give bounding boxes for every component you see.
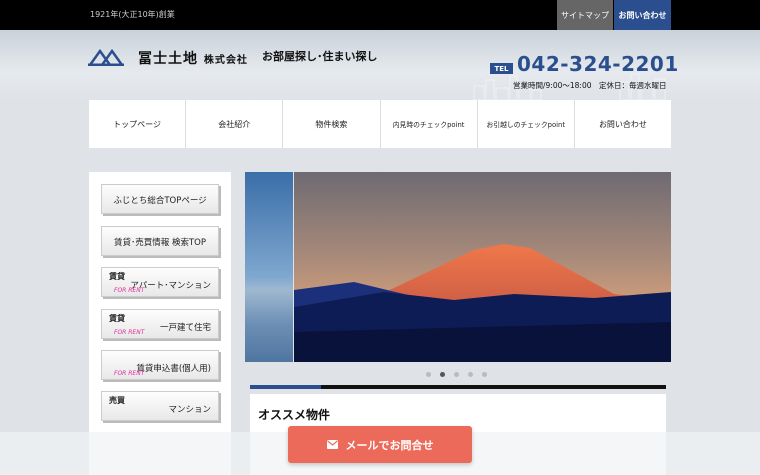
slider-dot-1[interactable] [426,372,431,377]
mount-fuji-image [294,172,671,362]
top-bar: 1921年(大正10年)創業 サイトマップ お問い合わせ [0,0,760,30]
slider-dot-4[interactable] [468,372,473,377]
tel-number[interactable]: 042-324-2201 [517,52,679,76]
company-name[interactable]: 冨士土地 株式会社 [138,48,248,68]
mail-contact-label: メールでお問合せ [345,438,434,452]
sidebar-apartment-tag: 賃貸 [109,272,125,281]
nav-top-page[interactable]: トップページ [89,100,187,148]
sidebar-house-label: 一戸建て住宅 [159,323,211,333]
main-nav: トップページ 会社紹介 物件検索 内見時のチェックpoint お引越しのチェック… [89,100,671,148]
tagline: お部屋探し･住まい探し [262,50,378,63]
slider-dot-2[interactable] [440,372,445,377]
sidebar-sale-tag: 売買 [109,396,125,405]
business-hours: 営業時間/9:00～18:00 定休日：毎週水曜日 [513,81,667,90]
contact-top-button[interactable]: お問い合わせ [614,0,671,30]
mail-icon [326,440,338,449]
nav-property-search[interactable]: 物件検索 [283,100,381,148]
sidebar-search-top-label: 賃貸･売買情報 検索TOP [114,238,206,248]
previous-slide-preview[interactable] [245,172,293,362]
hero-slider[interactable] [245,172,671,362]
sidebar-apartment-sub: FOR RENT [114,287,145,294]
nav-viewing-checkpoints[interactable]: 内見時のチェックpoint [381,100,478,148]
slider-dot-5[interactable] [482,372,487,377]
sidebar-application-button[interactable]: 賃貸申込書(個人用) FOR RENT [101,350,219,380]
slider-progress-fill [250,385,321,389]
company-name-main: 冨士土地 [138,51,198,67]
sidebar-house-button[interactable]: 賃貸 一戸建て住宅 FOR RENT [101,309,219,339]
company-name-suffix: 株式会社 [203,55,248,66]
established-text: 1921年(大正10年)創業 [90,10,175,19]
tel-label: TEL [490,63,513,74]
nav-contact[interactable]: お問い合わせ [575,100,671,148]
sidebar-house-tag: 賃貸 [109,314,125,323]
sidebar-sale-button[interactable]: 売買 マンション [101,391,219,421]
mail-contact-button[interactable]: メールでお問合せ [288,426,472,463]
sidebar-apartment-button[interactable]: 賃貸 アパート･マンション FOR RENT [101,267,219,297]
sidebar-top-page-button[interactable]: ふじとち総合TOPページ [101,184,219,214]
slider-dot-3[interactable] [454,372,459,377]
sidebar-house-sub: FOR RENT [114,329,145,336]
slider-progress-bar [250,385,666,389]
sidebar-application-sub: FOR RENT [114,370,145,377]
sidebar-top-page-label: ふじとち総合TOPページ [113,196,207,206]
sitemap-link[interactable]: サイトマップ [557,0,613,30]
sidebar-application-label: 賃貸申込書(個人用) [136,364,211,374]
sidebar: ふじとち総合TOPページ 賃貸･売買情報 検索TOP 賃貸 アパート･マンション… [89,172,231,475]
sidebar-search-top-button[interactable]: 賃貸･売買情報 検索TOP [101,226,219,256]
nav-moving-checkpoints[interactable]: お引越しのチェックpoint [478,100,575,148]
section-title: オススメ物件 [258,408,331,422]
nav-company[interactable]: 会社紹介 [186,100,284,148]
sidebar-sale-label: マンション [168,405,211,415]
company-logo-icon[interactable] [88,48,124,66]
slider-pagination [426,372,487,377]
